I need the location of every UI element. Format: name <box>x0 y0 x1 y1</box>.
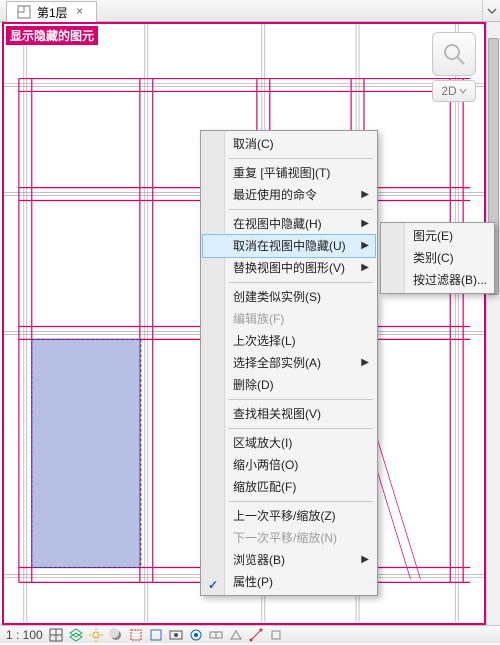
context-menu-item[interactable]: 属性(P) ✓ <box>203 571 375 593</box>
submenu-arrow-icon: ▶ <box>361 235 369 257</box>
context-menu-item[interactable]: 在视图中隐藏(H) ▶ <box>203 213 375 235</box>
menu-item-label: 上次选择(L) <box>233 334 296 348</box>
context-menu-item[interactable]: 替换视图中的图形(V) ▶ <box>203 257 375 279</box>
analytical-model-icon[interactable] <box>249 628 263 642</box>
menu-item-label: 重复 [平铺视图](T) <box>233 166 330 180</box>
zoom-extents-icon[interactable] <box>432 32 476 76</box>
crop-region-visible-icon[interactable] <box>149 628 163 642</box>
context-menu-separator <box>229 158 373 159</box>
visual-style-icon[interactable] <box>69 628 83 642</box>
submenu-arrow-icon: ▶ <box>361 184 369 206</box>
context-menu-item[interactable]: 缩小两倍(O) <box>203 454 375 476</box>
submenu-arrow-icon: ▶ <box>361 257 369 279</box>
menu-item-label: 属性(P) <box>233 575 273 589</box>
view-tab-active[interactable]: 第1层 × <box>6 1 97 22</box>
menu-item-label: 类别(C) <box>413 251 454 265</box>
submenu-arrow-icon: ▶ <box>361 352 369 374</box>
context-menu-item[interactable]: 选择全部实例(A) ▶ <box>203 352 375 374</box>
submenu-item[interactable]: 图元(E) <box>383 225 492 247</box>
menu-item-label: 下一次平移/缩放(N) <box>233 531 337 545</box>
submenu-arrow-icon: ▶ <box>361 213 369 235</box>
menu-item-label: 选择全部实例(A) <box>233 356 321 370</box>
context-menu-separator <box>229 209 373 210</box>
menu-item-label: 图元(E) <box>413 229 453 243</box>
context-menu-item[interactable]: 上一次平移/缩放(Z) <box>203 505 375 527</box>
selected-room <box>32 339 141 567</box>
context-menu-item[interactable]: 浏览器(B) ▶ <box>203 549 375 571</box>
menu-item-label: 删除(D) <box>233 378 274 392</box>
menu-item-label: 替换视图中的图形(V) <box>233 261 345 275</box>
submenu-item[interactable]: 按过滤器(B)... <box>383 269 492 291</box>
menu-item-label: 缩放匹配(F) <box>233 480 296 494</box>
reveal-hidden-icon[interactable] <box>189 628 203 642</box>
context-menu-item[interactable]: 重复 [平铺视图](T) <box>203 162 375 184</box>
reveal-constraints-icon[interactable] <box>269 628 283 642</box>
menu-item-label: 取消(C) <box>233 137 274 151</box>
vertical-scrollbar[interactable] <box>486 22 500 625</box>
view-tab-title: 第1层 <box>37 4 68 21</box>
view-mode-label: 2D <box>441 84 456 98</box>
context-menu-item[interactable]: 区域放大(I) <box>203 432 375 454</box>
context-menu-item[interactable]: 最近使用的命令 ▶ <box>203 184 375 206</box>
context-menu-item[interactable]: 缩放匹配(F) <box>203 476 375 498</box>
reveal-hidden-hint: 显示隐藏的图元 <box>6 26 98 45</box>
hide-isolate-icon[interactable] <box>169 628 183 642</box>
menu-item-label: 区域放大(I) <box>233 436 292 450</box>
view-tabbar: 第1层 × <box>0 0 500 22</box>
floorplan-icon <box>17 5 31 19</box>
menu-item-label: 取消在视图中隐藏(U) <box>233 239 346 253</box>
menu-item-label: 按过滤器(B)... <box>413 273 487 287</box>
context-menu-item: 下一次平移/缩放(N) <box>203 527 375 549</box>
check-icon: ✓ <box>208 574 218 596</box>
context-menu-item[interactable]: 查找相关视图(V) <box>203 403 375 425</box>
context-menu-item[interactable]: 上次选择(L) <box>203 330 375 352</box>
context-submenu: 图元(E) 类别(C) 按过滤器(B)... <box>380 222 495 294</box>
menu-item-label: 最近使用的命令 <box>233 188 317 202</box>
submenu-arrow-icon: ▶ <box>361 549 369 571</box>
menu-item-label: 查找相关视图(V) <box>233 407 321 421</box>
submenu-item[interactable]: 类别(C) <box>383 247 492 269</box>
crop-view-icon[interactable] <box>129 628 143 642</box>
context-menu-separator <box>229 501 373 502</box>
context-menu-item: 编辑族(F) <box>203 308 375 330</box>
context-menu-item[interactable]: 删除(D) <box>203 374 375 396</box>
view-mode-toggle[interactable]: 2D <box>432 80 476 102</box>
temporary-view-icon[interactable] <box>229 628 243 642</box>
detail-level-icon[interactable] <box>49 628 63 642</box>
sun-path-icon[interactable] <box>89 628 103 642</box>
worksharing-icon[interactable] <box>209 628 223 642</box>
context-menu-item[interactable]: 取消(C) <box>203 133 375 155</box>
view-control-bar: 1 : 100 <box>0 625 500 643</box>
menu-item-label: 上一次平移/缩放(Z) <box>233 509 336 523</box>
menu-item-label: 浏览器(B) <box>233 553 285 567</box>
context-menu-item[interactable]: 创建类似实例(S) <box>203 286 375 308</box>
close-icon[interactable]: × <box>74 6 86 18</box>
context-menu-separator <box>229 282 373 283</box>
shadows-icon[interactable] <box>109 628 123 642</box>
menu-item-label: 在视图中隐藏(H) <box>233 217 322 231</box>
context-menu-separator <box>229 399 373 400</box>
view-gizmo[interactable]: 2D <box>432 32 476 104</box>
menu-item-label: 缩小两倍(O) <box>233 458 298 472</box>
menu-item-label: 创建类似实例(S) <box>233 290 321 304</box>
scale-selector[interactable]: 1 : 100 <box>6 628 43 642</box>
context-menu: 取消(C)重复 [平铺视图](T)最近使用的命令▶在视图中隐藏(H)▶取消在视图… <box>200 130 378 596</box>
context-menu-separator <box>229 428 373 429</box>
context-menu-item[interactable]: 取消在视图中隐藏(U) ▶ <box>203 235 375 257</box>
tab-overflow-button[interactable] <box>482 0 500 21</box>
menu-item-label: 编辑族(F) <box>233 312 284 326</box>
